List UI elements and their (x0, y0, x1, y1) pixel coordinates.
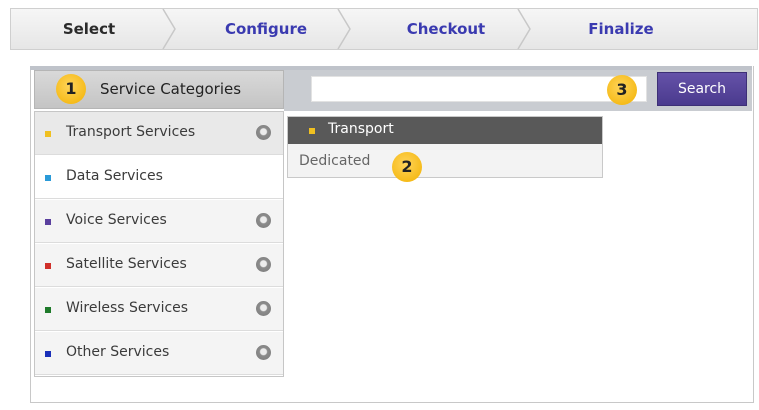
flyout-item-dedicated[interactable]: Dedicated (299, 153, 370, 169)
wizard-step-bar: Select Configure Checkout Finalize (10, 8, 758, 50)
submenu-arrow-icon (256, 213, 271, 228)
category-item-other[interactable]: Other Services (35, 332, 283, 375)
bullet-icon (45, 307, 51, 313)
step-separator (162, 9, 176, 49)
search-input[interactable] (311, 76, 647, 102)
bullet-icon (45, 131, 51, 137)
category-item-voice[interactable]: Voice Services (35, 200, 283, 243)
submenu-arrow-icon (256, 257, 271, 272)
submenu-arrow-icon (256, 345, 271, 360)
callout-marker-1: 1 (56, 74, 86, 104)
flyout-title: Transport (328, 121, 394, 137)
submenu-flyout: Transport Dedicated (287, 116, 603, 178)
bullet-icon (45, 351, 51, 357)
categories-header-label: Service Categories (100, 80, 242, 98)
bullet-icon (45, 263, 51, 269)
category-label: Other Services (66, 344, 170, 360)
step-separator (517, 9, 531, 49)
step-configure[interactable]: Configure (201, 9, 331, 49)
bullet-icon (45, 219, 51, 225)
callout-marker-3: 3 (607, 75, 637, 105)
category-item-wireless[interactable]: Wireless Services (35, 288, 283, 331)
category-label: Data Services (66, 168, 163, 184)
bullet-icon (309, 128, 315, 134)
category-item-transport[interactable]: Transport Services (35, 112, 283, 155)
category-label: Voice Services (66, 212, 167, 228)
step-separator (337, 9, 351, 49)
step-checkout[interactable]: Checkout (381, 9, 511, 49)
category-item-data[interactable]: Data Services (35, 156, 283, 199)
bullet-icon (45, 175, 51, 181)
step-finalize[interactable]: Finalize (556, 9, 686, 49)
callout-marker-2: 2 (392, 152, 422, 182)
category-label: Transport Services (66, 124, 196, 140)
category-list: Transport Services Data Services Voice S… (34, 111, 284, 377)
category-label: Satellite Services (66, 256, 187, 272)
submenu-arrow-icon (256, 125, 271, 140)
flyout-header: Transport (288, 117, 602, 144)
step-select[interactable]: Select (19, 9, 159, 49)
category-label: Wireless Services (66, 300, 189, 316)
search-button[interactable]: Search (657, 72, 747, 106)
submenu-arrow-icon (256, 301, 271, 316)
category-item-satellite[interactable]: Satellite Services (35, 244, 283, 287)
